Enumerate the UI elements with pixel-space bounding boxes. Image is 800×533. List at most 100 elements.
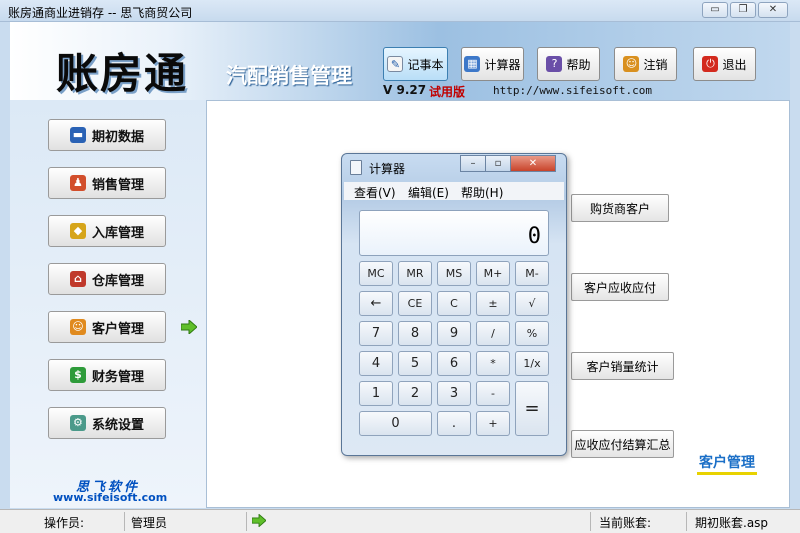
- calculator-label: 计算器: [484, 57, 521, 72]
- key-mr[interactable]: MR: [398, 261, 432, 286]
- key-c[interactable]: C: [437, 291, 471, 316]
- notepad-button[interactable]: ✎ 记事本: [383, 47, 448, 81]
- key-m-plus[interactable]: M+: [476, 261, 510, 286]
- nav-item-customers[interactable]: ☺ 客户管理: [48, 311, 166, 343]
- key-6[interactable]: 6: [437, 351, 471, 376]
- customers-icon: ☺: [69, 319, 86, 335]
- key-percent[interactable]: %: [515, 321, 549, 346]
- nav-item-stock-in[interactable]: ◆ 入库管理: [48, 215, 166, 247]
- help-label: 帮助: [566, 57, 591, 72]
- nav-item-settings[interactable]: ⚙ 系统设置: [48, 407, 166, 439]
- key-mc[interactable]: MC: [359, 261, 393, 286]
- nav-item-label: 期初数据: [91, 129, 144, 145]
- nav-item-label: 销售管理: [91, 177, 144, 193]
- supplier-customer-button[interactable]: 购货商客户: [571, 194, 669, 222]
- help-button[interactable]: ? 帮助: [537, 47, 600, 81]
- customer-sales-stats-button[interactable]: 客户销量统计: [571, 352, 674, 380]
- logout-label: 注销: [643, 57, 668, 72]
- minimize-button[interactable]: ▭: [702, 2, 728, 18]
- nav-item-warehouse[interactable]: ⌂ 仓库管理: [48, 263, 166, 295]
- window-title: 账房通商业进销存 -- 思飞商贸公司: [8, 6, 193, 20]
- brand-url: www.sifeisoft.com: [53, 491, 168, 504]
- key-backspace[interactable]: ←: [359, 291, 393, 316]
- key-7[interactable]: 7: [359, 321, 393, 346]
- key-1[interactable]: 1: [359, 381, 393, 406]
- nav-item-label: 客户管理: [91, 321, 144, 337]
- status-arrow-icon: [252, 514, 266, 527]
- settings-icon: ⚙: [69, 415, 86, 431]
- trial-label: 试用版: [429, 85, 466, 99]
- nav-item-label: 仓库管理: [91, 273, 144, 289]
- website-url: http://www.sifeisoft.com: [493, 84, 652, 97]
- close-button[interactable]: ✕: [758, 2, 788, 18]
- calc-minimize-button[interactable]: –: [460, 155, 486, 172]
- key-plus[interactable]: +: [476, 411, 510, 436]
- receivable-payable-button[interactable]: 客户应收应付: [571, 273, 669, 301]
- operator-value: 管理员: [131, 516, 168, 530]
- users-icon: ☺: [623, 56, 640, 72]
- key-decimal[interactable]: .: [437, 411, 471, 436]
- status-divider: [124, 512, 125, 531]
- key-4[interactable]: 4: [359, 351, 393, 376]
- left-nav-panel: [10, 100, 206, 508]
- key-equals[interactable]: =: [515, 381, 549, 436]
- calculator-menu-bar: 查看(V) 编辑(E) 帮助(H): [344, 182, 564, 200]
- key-3[interactable]: 3: [437, 381, 471, 406]
- restore-button[interactable]: ❐: [730, 2, 756, 18]
- key-0[interactable]: 0: [359, 411, 432, 436]
- key-reciprocal[interactable]: 1/x: [515, 351, 549, 376]
- menu-help[interactable]: 帮助(H): [461, 184, 503, 201]
- nav-item-opening-data[interactable]: ▬ 期初数据: [48, 119, 166, 151]
- key-9[interactable]: 9: [437, 321, 471, 346]
- key-minus[interactable]: -: [476, 381, 510, 406]
- nav-item-label: 财务管理: [91, 369, 144, 385]
- menu-edit[interactable]: 编辑(E): [408, 184, 449, 201]
- nav-item-sales[interactable]: ♟ 销售管理: [48, 167, 166, 199]
- nav-item-finance[interactable]: $ 财务管理: [48, 359, 166, 391]
- calc-close-button[interactable]: ✕: [510, 155, 556, 172]
- status-divider: [590, 512, 591, 531]
- box-icon: ◆: [69, 223, 86, 239]
- calculator-display: 0: [359, 210, 549, 256]
- status-divider: [246, 512, 247, 531]
- app-subtitle: 汽配销售管理: [226, 64, 352, 88]
- key-sqrt[interactable]: √: [515, 291, 549, 316]
- calculator-window[interactable]: 计算器 – ▫ ✕ 查看(V) 编辑(E) 帮助(H) 0 MC MR MS M…: [341, 153, 567, 456]
- book-icon: ▬: [69, 127, 86, 143]
- calc-maximize-button[interactable]: ▫: [485, 155, 511, 172]
- version-label: V 9.27: [383, 83, 427, 97]
- power-icon: ⏻: [702, 56, 719, 72]
- key-ms[interactable]: MS: [437, 261, 471, 286]
- app-logo: 账房通: [56, 49, 189, 98]
- key-multiply[interactable]: *: [476, 351, 510, 376]
- title-bar: 账房通商业进销存 -- 思飞商贸公司 ▭ ❐ ✕: [0, 0, 800, 22]
- settlement-summary-button[interactable]: 应收应付结算汇总: [571, 430, 674, 458]
- calculator-icon: ▦: [464, 56, 481, 72]
- key-divide[interactable]: /: [476, 321, 510, 346]
- sales-person-icon: ♟: [69, 175, 86, 191]
- key-m-minus[interactable]: M-: [515, 261, 549, 286]
- logout-button[interactable]: ☺ 注销: [614, 47, 677, 81]
- status-bar: 操作员: 管理员 当前账套: 期初账套.asp: [0, 509, 800, 533]
- selected-arrow-icon: [181, 320, 197, 334]
- nav-item-label: 入库管理: [91, 225, 144, 241]
- menu-view[interactable]: 查看(V): [354, 184, 396, 201]
- key-ce[interactable]: CE: [398, 291, 432, 316]
- key-8[interactable]: 8: [398, 321, 432, 346]
- warehouse-icon: ⌂: [69, 271, 86, 287]
- help-icon: ?: [546, 56, 563, 72]
- key-2[interactable]: 2: [398, 381, 432, 406]
- calculator-button[interactable]: ▦ 计算器: [461, 47, 524, 81]
- account-label: 当前账套:: [599, 516, 652, 530]
- calculator-app-icon: [350, 160, 362, 175]
- operator-label: 操作员:: [44, 516, 85, 530]
- exit-label: 退出: [722, 57, 747, 72]
- display-value: 0: [527, 224, 541, 249]
- exit-button[interactable]: ⏻ 退出: [693, 47, 756, 81]
- key-5[interactable]: 5: [398, 351, 432, 376]
- money-icon: $: [69, 367, 86, 383]
- calculator-title: 计算器: [369, 162, 406, 176]
- key-sign[interactable]: ±: [476, 291, 510, 316]
- section-tag: 客户管理: [697, 452, 757, 475]
- notepad-label: 记事本: [407, 57, 444, 72]
